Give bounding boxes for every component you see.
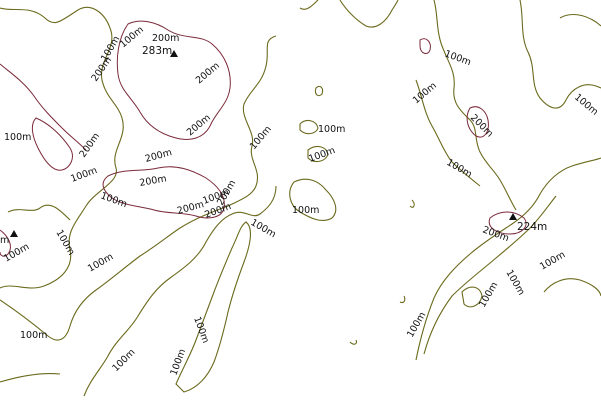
triangle-peak-icon	[509, 213, 517, 220]
contour-label: 100m	[445, 157, 474, 180]
triangle-peak-icon	[10, 230, 18, 237]
contour-label: 100m	[248, 124, 274, 152]
contour-label: 100m	[168, 348, 188, 378]
contour-label: 100m	[4, 132, 31, 143]
contour-line	[559, 13, 601, 27]
contour-line	[399, 295, 406, 304]
contour-line	[175, 221, 252, 393]
contour-line	[299, 119, 319, 135]
contour-label: 100m	[86, 251, 115, 274]
contour-label: 100m	[443, 48, 473, 68]
contour-lines-100m	[0, 0, 601, 397]
contour-line	[519, 0, 601, 109]
contour-line	[415, 157, 601, 361]
contour-line	[339, 0, 399, 28]
contour-label: 200m	[152, 33, 179, 44]
contour-label: 100m	[477, 280, 500, 309]
contour-label: 200m	[176, 199, 205, 217]
contour-label: 100m	[538, 249, 567, 272]
contour-line	[433, 0, 517, 211]
contour-line	[299, 0, 319, 10]
contour-line	[7, 204, 71, 221]
contour-line	[314, 85, 324, 97]
contour-label: 200m	[185, 112, 213, 138]
topographic-contour-map: 283m 224m m 200m 200m 200m 100m 200m 100…	[0, 0, 601, 400]
contour-line	[349, 339, 358, 345]
peak-224m: 224m	[509, 213, 547, 233]
contour-label: 100m	[318, 124, 345, 135]
contour-line	[423, 195, 557, 355]
contour-label: 100m	[292, 205, 319, 216]
peak-283m: 283m	[142, 45, 178, 57]
contour-label: 100m	[191, 315, 211, 345]
peak-label: 224m	[517, 221, 547, 233]
contour-label: 100m	[572, 92, 600, 118]
contour-label: 100m	[503, 268, 526, 297]
contour-line	[31, 117, 73, 171]
contour-label: 200m	[468, 112, 495, 139]
contour-line	[419, 38, 431, 54]
contour-line	[409, 199, 415, 208]
contour-label: 200m	[139, 173, 168, 189]
contour-label: 100m	[110, 347, 137, 374]
contour-label: 100m	[411, 80, 439, 106]
contour-label: 200m	[194, 60, 222, 86]
peak-label: 283m	[142, 45, 172, 57]
contour-label: 200m	[144, 147, 173, 165]
contour-label: 100m	[99, 190, 129, 210]
contour-line	[0, 372, 61, 383]
contour-label: 100m	[53, 228, 76, 257]
contour-label: 100m	[20, 330, 47, 341]
contour-line	[543, 278, 601, 297]
contour-label: 100m	[69, 165, 99, 185]
contour-label: 100m	[249, 217, 278, 240]
peak-label: m	[0, 235, 9, 246]
